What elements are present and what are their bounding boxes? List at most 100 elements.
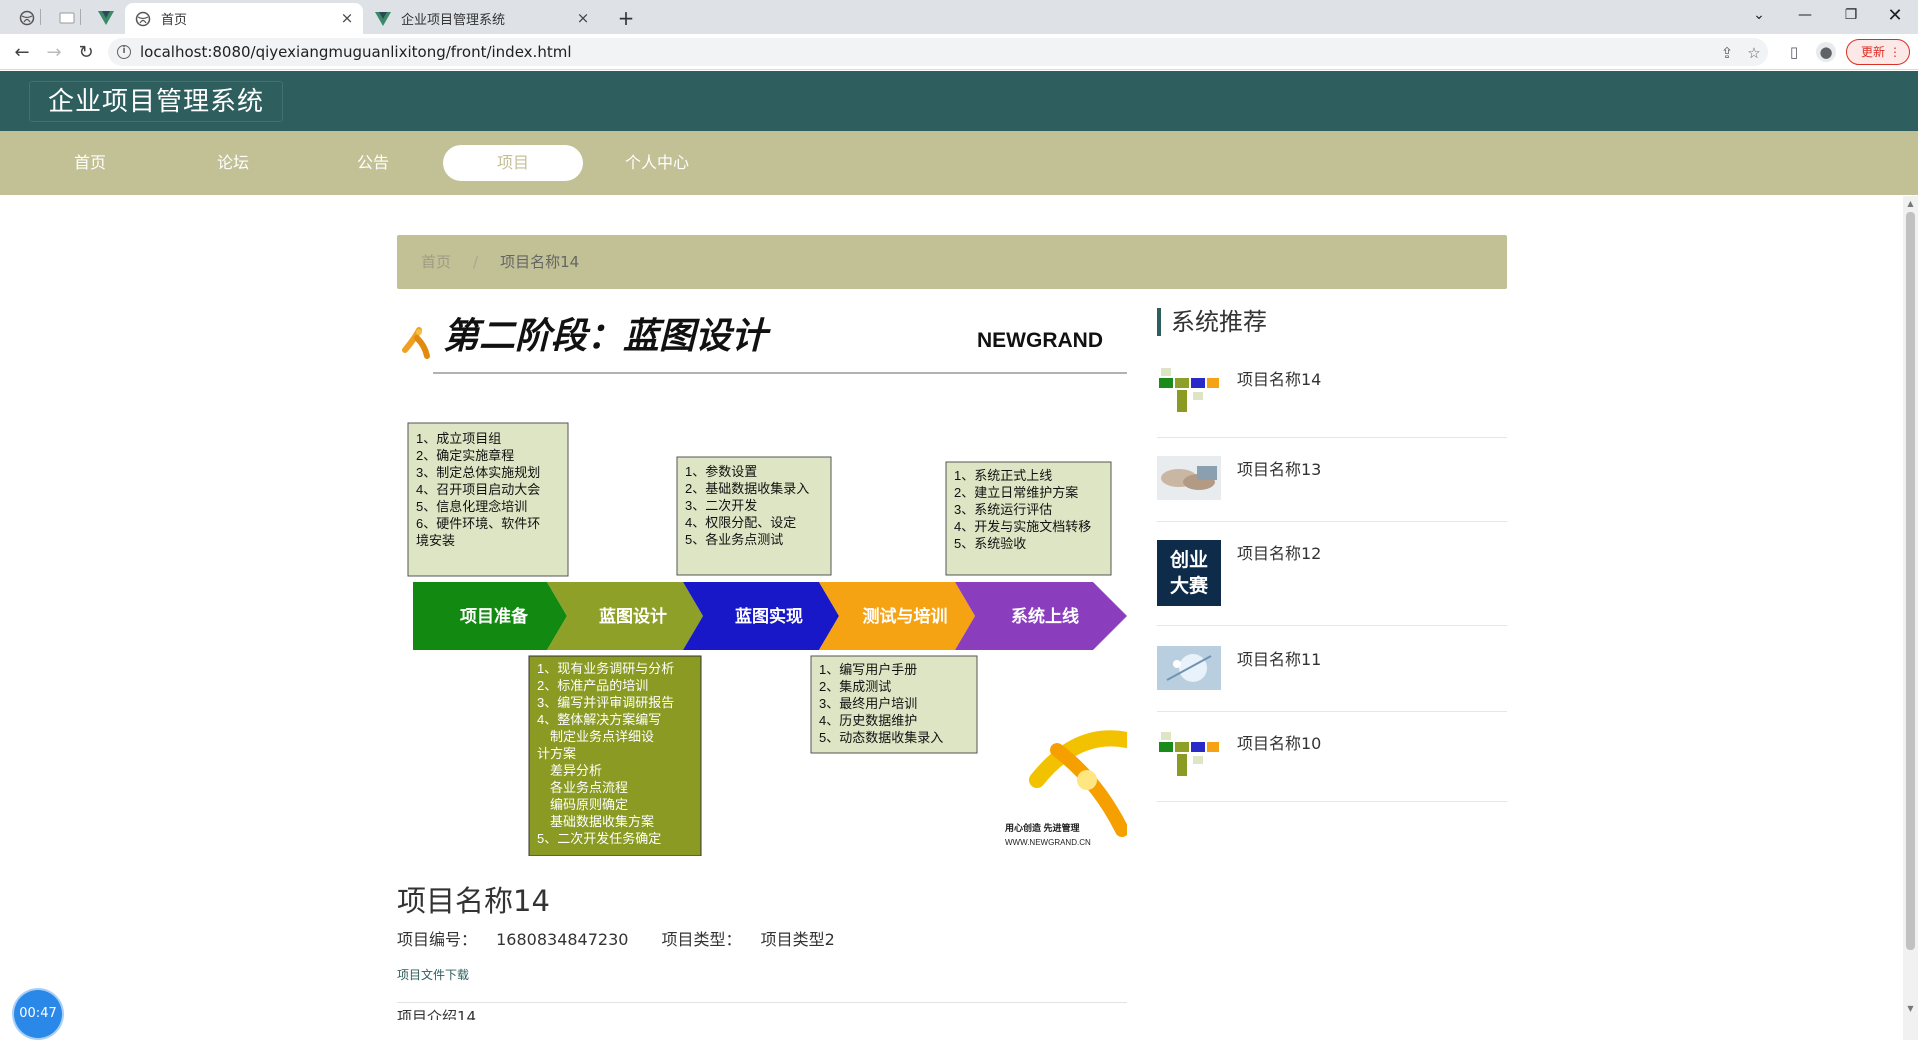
new-tab-button[interactable]: +: [612, 6, 640, 30]
svg-text:制定业务点详细设: 制定业务点详细设: [537, 729, 654, 744]
recommend-thumbnail[interactable]: [1157, 646, 1221, 690]
update-button[interactable]: 更新 ⋮: [1846, 39, 1910, 65]
recommend-item-name[interactable]: 项目名称11: [1237, 646, 1321, 670]
browser-tab-strip: 首页 × 企业项目管理系统 × + ⌄ — ❐ ✕: [0, 0, 1918, 34]
info-icon[interactable]: i: [117, 45, 131, 59]
recommend-item-name[interactable]: 项目名称14: [1237, 366, 1321, 390]
globe-icon: [135, 11, 151, 27]
svg-text:4、历史数据维护: 4、历史数据维护: [819, 713, 917, 728]
diagram-heading: 第二阶段：蓝图设计: [443, 315, 771, 356]
svg-text:3、二次开发: 3、二次开发: [685, 498, 757, 513]
recommend-item-name[interactable]: 项目名称10: [1237, 730, 1321, 754]
recommend-thumbnail[interactable]: [1157, 730, 1221, 780]
scrollbar-thumb[interactable]: [1906, 212, 1915, 950]
browser-toolbar: ← → ↻ i localhost:8080/qiyexiangmuguanli…: [0, 34, 1918, 70]
vue-icon: [98, 11, 114, 25]
svg-text:5、信息化理念培训: 5、信息化理念培训: [416, 499, 527, 514]
newgrand-logo: [1029, 730, 1127, 837]
minimize-button[interactable]: —: [1782, 0, 1828, 30]
svg-text:1、编写用户手册: 1、编写用户手册: [819, 662, 917, 677]
recommend-item-name[interactable]: 项目名称12: [1237, 540, 1321, 564]
recommend-item[interactable]: 项目名称13: [1157, 456, 1507, 522]
divider: [397, 1002, 1127, 1003]
svg-text:2、集成测试: 2、集成测试: [819, 679, 891, 694]
svg-text:基础数据收集方案: 基础数据收集方案: [537, 814, 654, 829]
tab-search-button[interactable]: ⌄: [1736, 0, 1782, 30]
svg-text:1、系统正式上线: 1、系统正式上线: [954, 468, 1052, 483]
nav-projects[interactable]: 项目: [443, 145, 583, 181]
svg-text:3、编写并评审调研报告: 3、编写并评审调研报告: [537, 695, 674, 710]
breadcrumb-home[interactable]: 首页: [421, 253, 451, 271]
svg-text:2、建立日常维护方案: 2、建立日常维护方案: [954, 485, 1078, 500]
chevron-down-icon: ⌄: [1753, 7, 1765, 23]
url-text: localhost:8080/qiyexiangmuguanlixitong/f…: [140, 43, 572, 61]
svg-text:差异分析: 差异分析: [537, 763, 602, 778]
svg-text:5、二次开发任务确定: 5、二次开发任务确定: [537, 831, 661, 846]
svg-text:1、成立项目组: 1、成立项目组: [416, 431, 501, 446]
plus-icon: +: [617, 6, 635, 30]
svg-text:1、参数设置: 1、参数设置: [685, 464, 757, 479]
share-icon[interactable]: ⇪: [1718, 44, 1736, 62]
site-title[interactable]: 企业项目管理系统: [29, 81, 284, 122]
tab-system[interactable]: 企业项目管理系统 ×: [365, 3, 599, 34]
vue-icon: [375, 11, 391, 27]
project-file-download-link[interactable]: 项目文件下载: [397, 966, 469, 983]
website-text: WWW.NEWGRAND.CN: [1005, 838, 1091, 847]
recommend-title: 系统推荐: [1157, 308, 1267, 336]
nav-user-center[interactable]: 个人中心: [587, 145, 727, 181]
back-button[interactable]: ←: [8, 38, 36, 66]
recommend-item[interactable]: 项目名称10: [1157, 730, 1507, 802]
slogan-text: 用心创造 先进管理: [1004, 822, 1080, 833]
stage-label-realize: 蓝图实现: [735, 606, 803, 626]
recommend-item[interactable]: 项目名称11: [1157, 646, 1507, 712]
recommend-thumbnail[interactable]: [1157, 456, 1221, 500]
project-type-value: 项目类型2: [760, 930, 835, 949]
svg-text:5、各业务点测试: 5、各业务点测试: [685, 532, 783, 547]
arrow-right-icon: →: [46, 41, 62, 63]
scroll-down-icon[interactable]: ▼: [1905, 1004, 1916, 1014]
project-type-label: 项目类型：: [661, 930, 742, 949]
svg-text:2、确定实施章程: 2、确定实施章程: [416, 448, 514, 463]
nav-home[interactable]: 首页: [20, 145, 160, 181]
svg-text:编码原则确定: 编码原则确定: [537, 797, 628, 812]
scroll-up-icon[interactable]: ▲: [1905, 199, 1916, 209]
tab-home[interactable]: 首页 ×: [125, 3, 363, 34]
pinned-tab-page[interactable]: [53, 6, 81, 30]
tab-title: 首页: [161, 13, 188, 28]
pinned-tab-globe[interactable]: [13, 6, 41, 30]
reload-button[interactable]: ↻: [72, 38, 100, 66]
more-icon: ⋮: [1889, 45, 1901, 59]
nav-notice[interactable]: 公告: [303, 145, 443, 181]
forward-button[interactable]: →: [40, 38, 68, 66]
recommend-item[interactable]: 项目名称14: [1157, 366, 1507, 438]
svg-text:4、权限分配、设定: 4、权限分配、设定: [685, 515, 796, 530]
svg-text:4、召开项目启动大会: 4、召开项目启动大会: [416, 482, 540, 497]
recommend-thumbnail[interactable]: 创业 大赛: [1157, 540, 1221, 606]
svg-text:3、最终用户培训: 3、最终用户培训: [819, 696, 917, 711]
star-icon[interactable]: ☆: [1745, 44, 1763, 62]
recommend-item[interactable]: 创业 大赛 项目名称12: [1157, 540, 1507, 626]
main-nav: 首页 论坛 公告 项目 个人中心: [0, 131, 1918, 195]
restore-button[interactable]: ❐: [1828, 0, 1874, 30]
reload-icon: ↻: [78, 41, 94, 63]
close-icon[interactable]: ×: [575, 10, 591, 26]
close-window-button[interactable]: ✕: [1872, 0, 1918, 30]
recommend-thumbnail[interactable]: [1157, 366, 1221, 416]
restore-icon: ❐: [1844, 7, 1858, 23]
svg-text:1、现有业务调研与分析: 1、现有业务调研与分析: [537, 661, 674, 676]
nav-forum[interactable]: 论坛: [163, 145, 303, 181]
timer-badge[interactable]: 00:47: [14, 990, 62, 1038]
project-meta: 项目编号： 1680834847230 项目类型： 项目类型2: [397, 926, 863, 950]
svg-text:各业务点流程: 各业务点流程: [537, 780, 628, 795]
profile-icon[interactable]: ●: [1816, 42, 1836, 62]
sidepanel-icon[interactable]: ▯: [1784, 42, 1804, 62]
svg-text:6、硬件环境、软件环: 6、硬件环境、软件环: [416, 516, 540, 531]
svg-text:3、制定总体实施规划: 3、制定总体实施规划: [416, 465, 540, 480]
globe-icon: [19, 10, 35, 26]
close-icon[interactable]: ×: [339, 10, 355, 26]
arrow-left-icon: ←: [14, 41, 30, 63]
project-code-value: 1680834847230: [496, 930, 629, 949]
address-bar[interactable]: i localhost:8080/qiyexiangmuguanlixitong…: [108, 38, 1768, 66]
recommend-item-name[interactable]: 项目名称13: [1237, 456, 1321, 480]
pinned-tab-vue[interactable]: [92, 6, 120, 30]
